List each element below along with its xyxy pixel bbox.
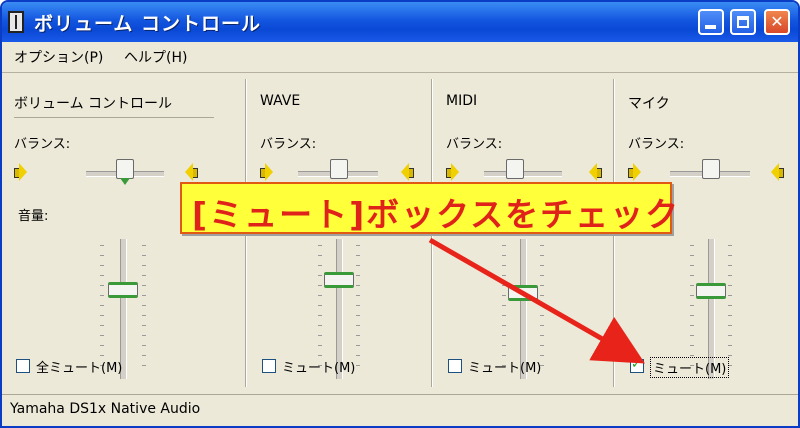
speaker-right-icon: [400, 163, 414, 181]
speaker-right-icon: [770, 163, 784, 181]
volume-ticks: [318, 245, 322, 373]
channel-title: MIDI: [446, 93, 478, 109]
volume-slider-thumb[interactable]: [108, 282, 138, 298]
menu-help[interactable]: ヘルプ(H): [124, 47, 187, 67]
balance-label: バランス:: [14, 137, 71, 152]
close-button[interactable]: ✕: [764, 9, 790, 35]
balance-slider-thumb[interactable]: [702, 159, 720, 179]
volume-app-icon: [8, 11, 24, 33]
annotation-callout: [ミュート]ボックスをチェック: [180, 182, 678, 234]
channel-title: マイク: [628, 96, 670, 112]
volume-slider-thumb[interactable]: [324, 272, 354, 288]
volume-ticks: [690, 245, 694, 373]
volume-ticks: [540, 245, 544, 373]
mute-label[interactable]: ミュート(M): [282, 357, 355, 376]
balance-label: バランス:: [628, 137, 685, 152]
menu-bar: オプション(P) ヘルプ(H): [2, 42, 798, 73]
volume-ticks: [502, 245, 506, 373]
speaker-right-icon: [588, 163, 602, 181]
volume-ticks: [356, 245, 360, 373]
checkbox-box-checked[interactable]: [630, 357, 644, 373]
balance-slider-thumb[interactable]: [116, 159, 134, 185]
volume-ticks: [100, 245, 104, 373]
title-bar[interactable]: ボリューム コントロール ✕: [2, 2, 798, 42]
speaker-left-icon: [628, 163, 642, 181]
balance-slider-thumb[interactable]: [330, 159, 348, 179]
channel-title: WAVE: [260, 93, 301, 109]
checkbox-box[interactable]: [16, 359, 30, 373]
volume-slider-thumb[interactable]: [696, 283, 726, 299]
window-title: ボリューム コントロール: [34, 13, 262, 35]
volume-ticks: [142, 245, 146, 373]
maximize-button[interactable]: [730, 9, 756, 35]
maximize-icon: [737, 16, 749, 28]
speaker-right-icon: [184, 163, 198, 181]
volume-slider-thumb[interactable]: [508, 285, 538, 301]
speaker-left-icon: [260, 163, 274, 181]
balance-label: バランス:: [446, 137, 503, 152]
device-name: Yamaha DS1x Native Audio: [10, 401, 201, 417]
checkbox-box[interactable]: [448, 359, 462, 373]
channel-title: ボリューム コントロール: [14, 93, 214, 118]
minimize-icon: [705, 25, 716, 29]
mute-label[interactable]: ミュート(M): [650, 357, 730, 378]
balance-slider-thumb[interactable]: [506, 159, 524, 179]
annotation-text: [ミュート]ボックスをチェック: [192, 195, 681, 234]
volume-label: 音量:: [18, 209, 49, 224]
balance-label: バランス:: [260, 137, 317, 152]
speaker-left-icon: [446, 163, 460, 181]
mute-label[interactable]: ミュート(M): [468, 357, 541, 376]
checkbox-box[interactable]: [262, 359, 276, 373]
status-bar: Yamaha DS1x Native Audio: [2, 394, 798, 426]
menu-options[interactable]: オプション(P): [14, 47, 103, 67]
speaker-left-icon: [14, 163, 28, 181]
close-icon: ✕: [770, 12, 784, 31]
minimize-button[interactable]: [698, 9, 724, 35]
volume-ticks: [728, 245, 732, 373]
mute-all-label[interactable]: 全ミュート(M): [36, 357, 122, 376]
